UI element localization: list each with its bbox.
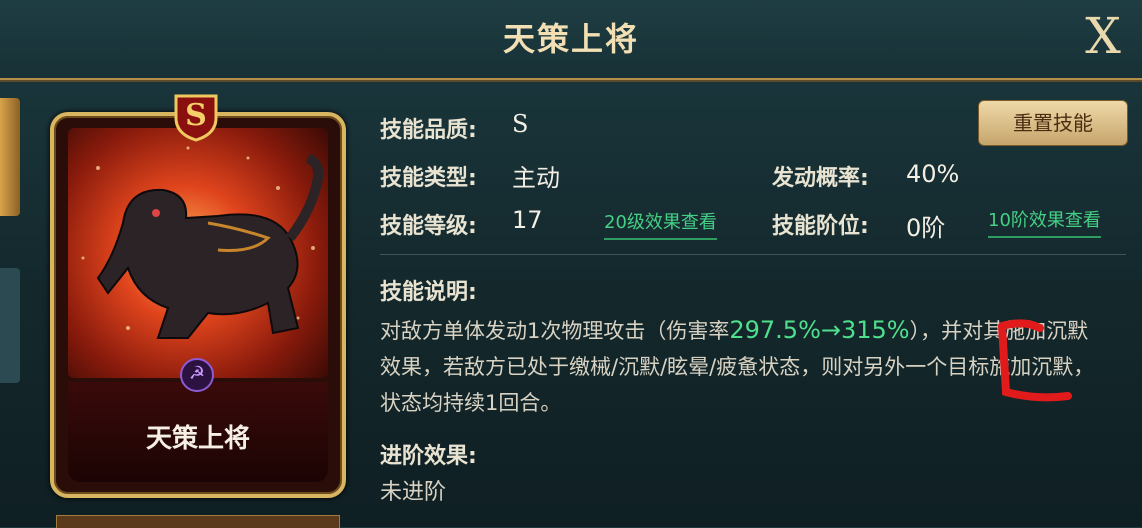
level-value: 17 xyxy=(512,206,543,234)
rank-label: 技能阶位: xyxy=(772,214,869,239)
card-art xyxy=(68,128,328,378)
level-effect-link[interactable]: 20级效果查看 xyxy=(604,208,717,240)
chance-label: 发动概率: xyxy=(772,166,869,191)
side-tab-active[interactable] xyxy=(0,98,20,216)
red-annotation-mark xyxy=(998,319,1072,402)
description-label: 技能说明: xyxy=(380,280,477,305)
divider xyxy=(380,254,1126,255)
quality-value: S xyxy=(512,110,529,138)
quality-label: 技能品质: xyxy=(380,118,477,143)
advance-value: 未进阶 xyxy=(380,480,447,505)
type-value: 主动 xyxy=(512,164,560,192)
faction-emblem-icon: ☭ xyxy=(180,358,214,392)
close-button[interactable]: X xyxy=(1078,8,1128,64)
card-bottom-bar xyxy=(56,515,340,528)
level-label: 技能等级: xyxy=(380,214,477,239)
damage-rate-highlight: 297.5%→315% xyxy=(729,316,910,344)
skill-description: 对敌方单体发动1次物理攻击（伤害率297.5%→315%），并对其施加沉默效果，… xyxy=(380,312,1100,421)
reset-skill-button[interactable]: 重置技能 xyxy=(978,100,1128,146)
card-name: 天策上将 xyxy=(145,424,250,454)
rank-value: 0阶 xyxy=(906,214,946,242)
skill-card: 天策上将 S ☭ xyxy=(50,92,346,498)
advance-label: 进阶效果: xyxy=(380,444,477,469)
rank-effect-link[interactable]: 10阶效果查看 xyxy=(988,206,1101,238)
beast-figure-icon xyxy=(81,146,324,339)
side-tab[interactable] xyxy=(0,268,20,383)
page-title: 天策上将 xyxy=(502,20,639,58)
chance-value: 40% xyxy=(906,160,960,188)
description-text-1: 对敌方单体发动1次物理攻击（伤害率 xyxy=(380,319,730,343)
rank-badge: S xyxy=(185,98,207,133)
type-label: 技能类型: xyxy=(380,166,477,191)
